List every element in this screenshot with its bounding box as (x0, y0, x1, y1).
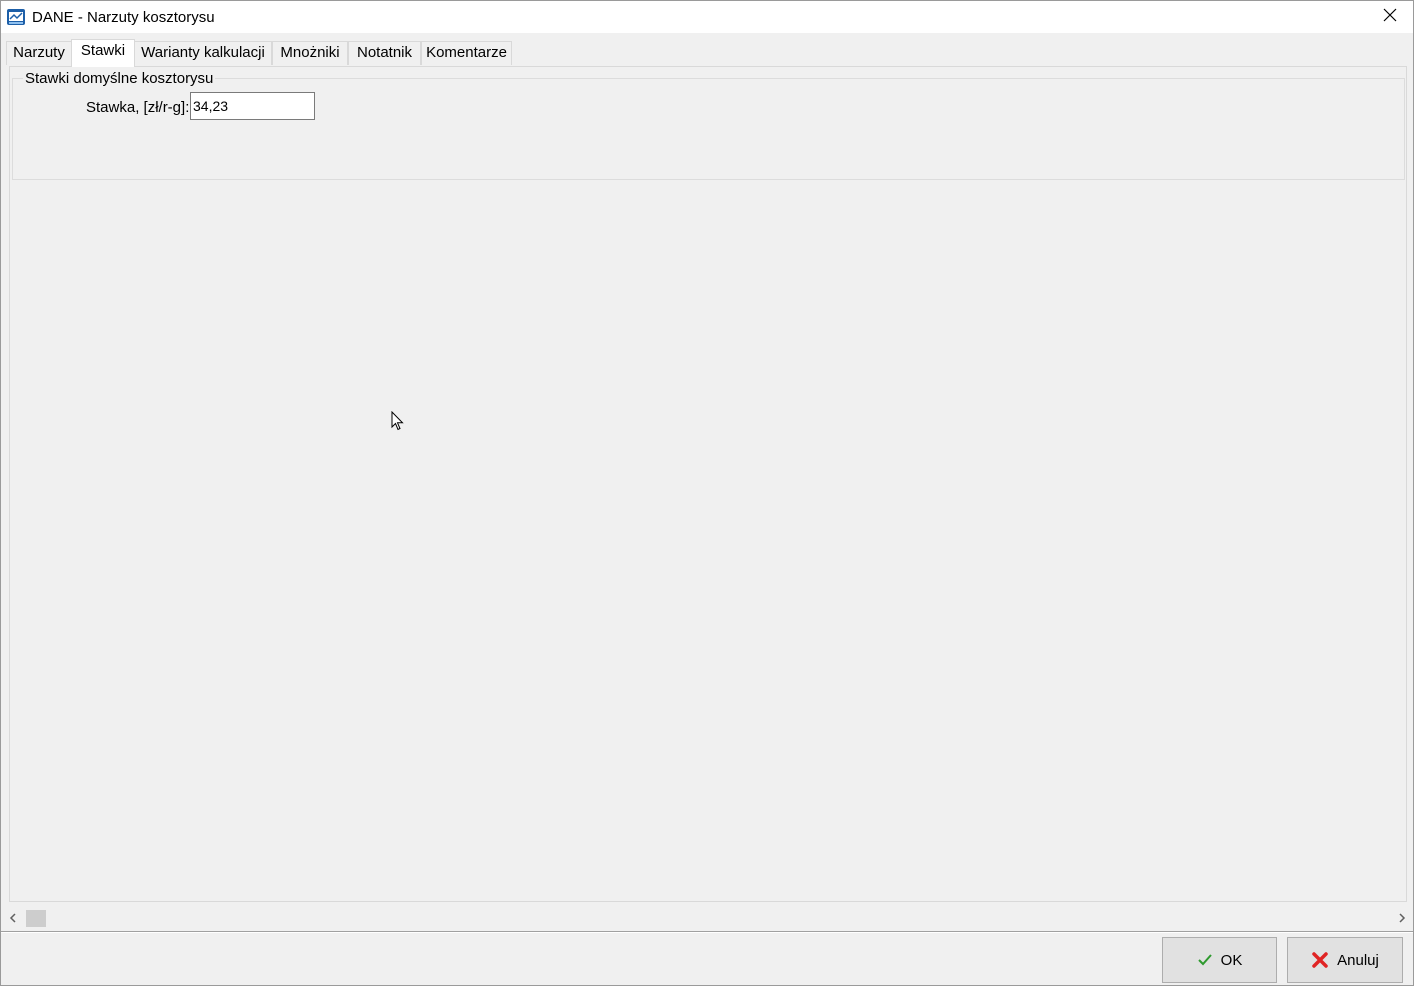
chevron-right-icon (1398, 910, 1406, 927)
tab-notatnik[interactable]: Notatnik (348, 41, 421, 65)
mouse-pointer-icon (391, 410, 404, 431)
tab-stawki[interactable]: Stawki (71, 39, 135, 67)
ok-button[interactable]: OK (1162, 937, 1277, 983)
tab-mnozniki[interactable]: Mnożniki (272, 41, 348, 65)
window-title: DANE - Narzuty kosztorysu (32, 9, 215, 26)
title-bar: DANE - Narzuty kosztorysu (1, 1, 1413, 33)
group-legend: Stawki domyślne kosztorysu (23, 70, 216, 87)
scroll-right-button[interactable] (1393, 908, 1410, 928)
cancel-button-label: Anuluj (1337, 951, 1379, 969)
check-icon (1197, 953, 1213, 967)
dialog-window: DANE - Narzuty kosztorysu Narzuty Stawki… (0, 0, 1414, 986)
cancel-button[interactable]: Anuluj (1287, 937, 1403, 983)
x-icon (1311, 951, 1329, 969)
scroll-left-button[interactable] (4, 908, 21, 928)
close-button[interactable] (1367, 1, 1413, 33)
rate-input[interactable] (190, 92, 315, 120)
tab-panel-stawki: Stawki domyślne kosztorysu Stawka, [zł/r… (9, 66, 1407, 902)
footer-divider-highlight (1, 932, 1413, 933)
scroll-thumb[interactable] (26, 910, 46, 927)
rate-label: Stawka, [zł/r-g]: (86, 99, 190, 116)
chevron-left-icon (9, 910, 17, 927)
tab-warianty-kalkulacji[interactable]: Warianty kalkulacji (134, 41, 272, 65)
default-rates-group: Stawki domyślne kosztorysu Stawka, [zł/r… (12, 70, 1405, 180)
app-icon (6, 7, 26, 27)
horizontal-scrollbar[interactable] (4, 908, 1410, 928)
ok-button-label: OK (1220, 951, 1243, 969)
tab-komentarze[interactable]: Komentarze (421, 41, 512, 65)
tab-narzuty[interactable]: Narzuty (6, 41, 72, 65)
close-icon (1383, 8, 1397, 26)
